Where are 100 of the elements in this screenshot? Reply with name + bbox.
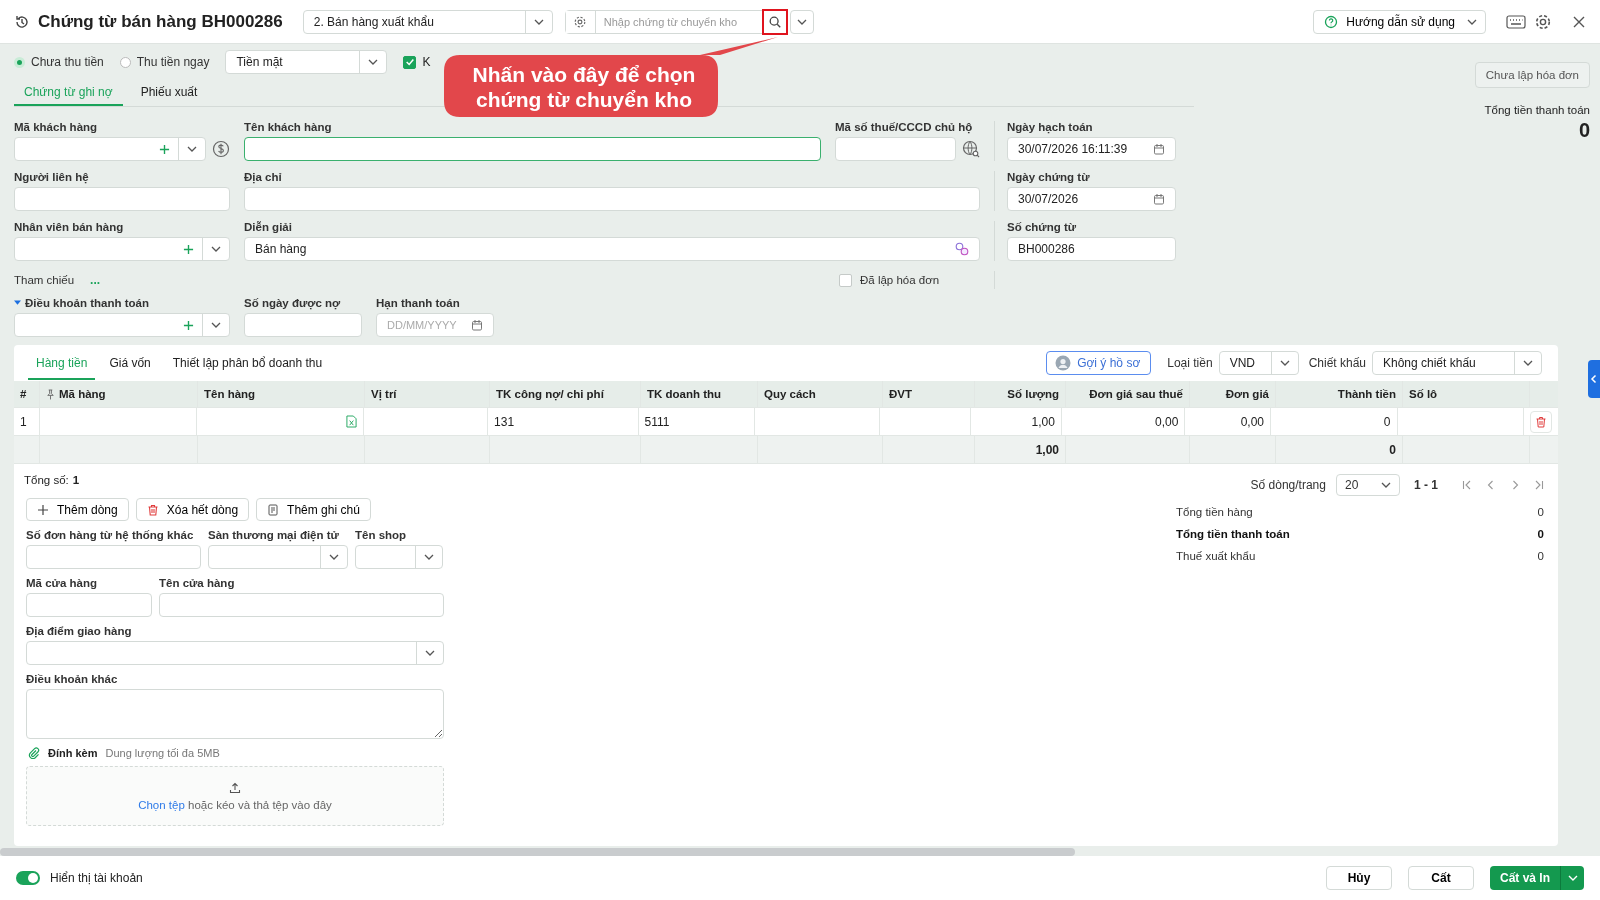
payment-radio[interactable]: Thu tiền ngay (119, 55, 210, 69)
dollar-circle-icon[interactable] (212, 140, 230, 158)
discount-label: Chiết khấu (1308, 356, 1366, 370)
plus-icon[interactable] (183, 319, 194, 331)
chevron-down-icon (1567, 875, 1578, 881)
translate-icon[interactable] (955, 242, 969, 256)
store-name-field[interactable] (159, 593, 444, 617)
field-label: Ngày chứng từ (1007, 171, 1091, 183)
table-cell: 1 (20, 414, 27, 429)
tax-id-field[interactable] (835, 137, 956, 161)
delete-action-button[interactable]: Xóa hết dòng (135, 498, 250, 521)
field-label: Điều khoản thanh toán (25, 297, 149, 309)
marketplace-select[interactable] (208, 545, 348, 569)
address-field[interactable] (244, 187, 980, 211)
table-cell: 1,00 (1031, 414, 1055, 429)
save-options-button[interactable] (1560, 866, 1584, 890)
next-page-icon[interactable] (1510, 480, 1520, 490)
contact-person-field[interactable] (14, 187, 230, 211)
document-tab[interactable]: Phiếu xuất (130, 81, 208, 106)
page-size-select[interactable]: 20 (1336, 474, 1400, 496)
footer-button[interactable]: Cất (1408, 866, 1474, 890)
other-terms-field[interactable] (26, 689, 444, 739)
spreadsheet-icon[interactable] (345, 415, 357, 428)
customer-name-field[interactable] (244, 137, 821, 161)
grid-tab[interactable]: Giá vốn (101, 346, 159, 380)
total-cell: 0 (1389, 442, 1396, 457)
calendar-icon (1153, 143, 1165, 155)
note-action-button[interactable]: Thêm ghi chú (256, 498, 371, 521)
invoice-status-button[interactable]: Chưa lập hóa đơn (1474, 62, 1590, 88)
search-button[interactable] (761, 8, 788, 35)
plus-icon[interactable] (183, 243, 194, 255)
close-icon[interactable] (1572, 14, 1586, 29)
field-label: Địa điểm giao hàng (26, 625, 133, 637)
last-page-icon[interactable] (1534, 480, 1544, 490)
plus-icon[interactable] (159, 143, 170, 155)
collapse-handle[interactable] (1588, 360, 1600, 398)
pin-icon[interactable] (46, 388, 55, 400)
delivery-place-select[interactable] (26, 641, 444, 665)
keyboard-icon[interactable] (1506, 14, 1526, 29)
history-icon[interactable] (14, 13, 30, 30)
checkbox-label: K (422, 55, 431, 69)
field-label: Sàn thương mại điện tử (208, 529, 340, 541)
payment-radio[interactable]: Chưa thu tiền (14, 55, 104, 69)
previous-page-icon[interactable] (1486, 480, 1496, 490)
footer-button[interactable]: Hủy (1326, 866, 1392, 890)
external-order-field[interactable] (26, 545, 201, 569)
chevron-down-icon (368, 59, 379, 65)
save-and-print-button[interactable]: Cất và In (1490, 866, 1560, 890)
choose-file-link[interactable]: Chọn tệp (138, 798, 185, 811)
store-code-field[interactable] (26, 593, 152, 617)
credit-days-field[interactable] (244, 313, 362, 337)
table-cell: 0,00 (1154, 414, 1179, 429)
help-button[interactable]: Hướng dẫn sử dụng (1313, 9, 1486, 34)
document-number-field[interactable]: BH000286 (1007, 237, 1176, 261)
field-label: Điều khoản khác (26, 673, 119, 685)
toggle-switch[interactable] (16, 871, 40, 885)
chevron-down-icon (1523, 360, 1533, 366)
payment-terms-field[interactable] (14, 313, 230, 337)
total-label: Tổng tiền thanh toán (1484, 104, 1590, 116)
field-label: Số ngày được nợ (244, 297, 342, 309)
voucher-type-select[interactable]: 2. Bán hàng xuất khẩu (302, 9, 553, 34)
table-cell: 0,00 (1240, 414, 1264, 429)
search-icon (767, 14, 782, 29)
settings-icon[interactable] (1534, 12, 1552, 31)
globe-search-icon[interactable] (962, 140, 980, 158)
document-date-field[interactable]: 30/07/2026 (1007, 187, 1176, 211)
description-field[interactable]: Bán hàng (244, 237, 980, 261)
settings-button[interactable] (565, 10, 596, 33)
sales-staff-field[interactable] (14, 237, 230, 261)
chevron-down-icon (425, 650, 435, 656)
chevron-down-icon (329, 554, 339, 560)
field-label: Số chứng từ (1007, 221, 1078, 233)
profile-suggest-button[interactable]: Gợi ý hồ sơ (1046, 351, 1152, 375)
payment-method-select[interactable]: Tiền mặt (225, 50, 388, 74)
checkbox[interactable] (839, 273, 852, 287)
add-action-button[interactable]: Thêm dòng (26, 498, 129, 521)
summary-value: 0 (1537, 550, 1544, 562)
first-page-icon[interactable] (1462, 480, 1472, 490)
attachment-hint: Dung lượng tối đa 5MB (105, 747, 220, 759)
discount-select[interactable]: Không chiết khấu (1372, 351, 1542, 375)
plus-icon (37, 503, 49, 516)
summary-value: 0 (1537, 528, 1544, 540)
field-label: Mã khách hàng (14, 121, 99, 133)
callout-text: Nhấn vào đây để chọn chứng từ chuyển kho (471, 62, 697, 112)
toggle-label: Hiển thị tài khoản (50, 871, 143, 885)
delete-row-button[interactable] (1530, 410, 1552, 433)
grid-tab[interactable]: Thiết lập phân bổ doanh thu (164, 346, 331, 380)
shop-select[interactable] (355, 545, 443, 569)
currency-select[interactable]: VND (1218, 351, 1299, 375)
transfer-search-field[interactable]: Nhập chứng từ chuyển kho (564, 9, 788, 34)
file-drop-zone[interactable]: Chọn tệp hoặc kéo và thả tệp vào đây (26, 766, 444, 826)
checkbox[interactable] (403, 55, 417, 69)
caret-icon[interactable] (14, 300, 21, 306)
posting-date-field[interactable]: 30/07/2026 16:11:39 (1007, 137, 1176, 161)
column-header: # (20, 388, 27, 400)
customer-code-field[interactable] (14, 137, 206, 161)
summary-label: Tổng tiền thanh toán (1176, 528, 1290, 540)
attachment-label: Đính kèm (48, 747, 98, 759)
column-header: Số lượng (1007, 388, 1059, 400)
chevron-down-icon (424, 554, 434, 560)
